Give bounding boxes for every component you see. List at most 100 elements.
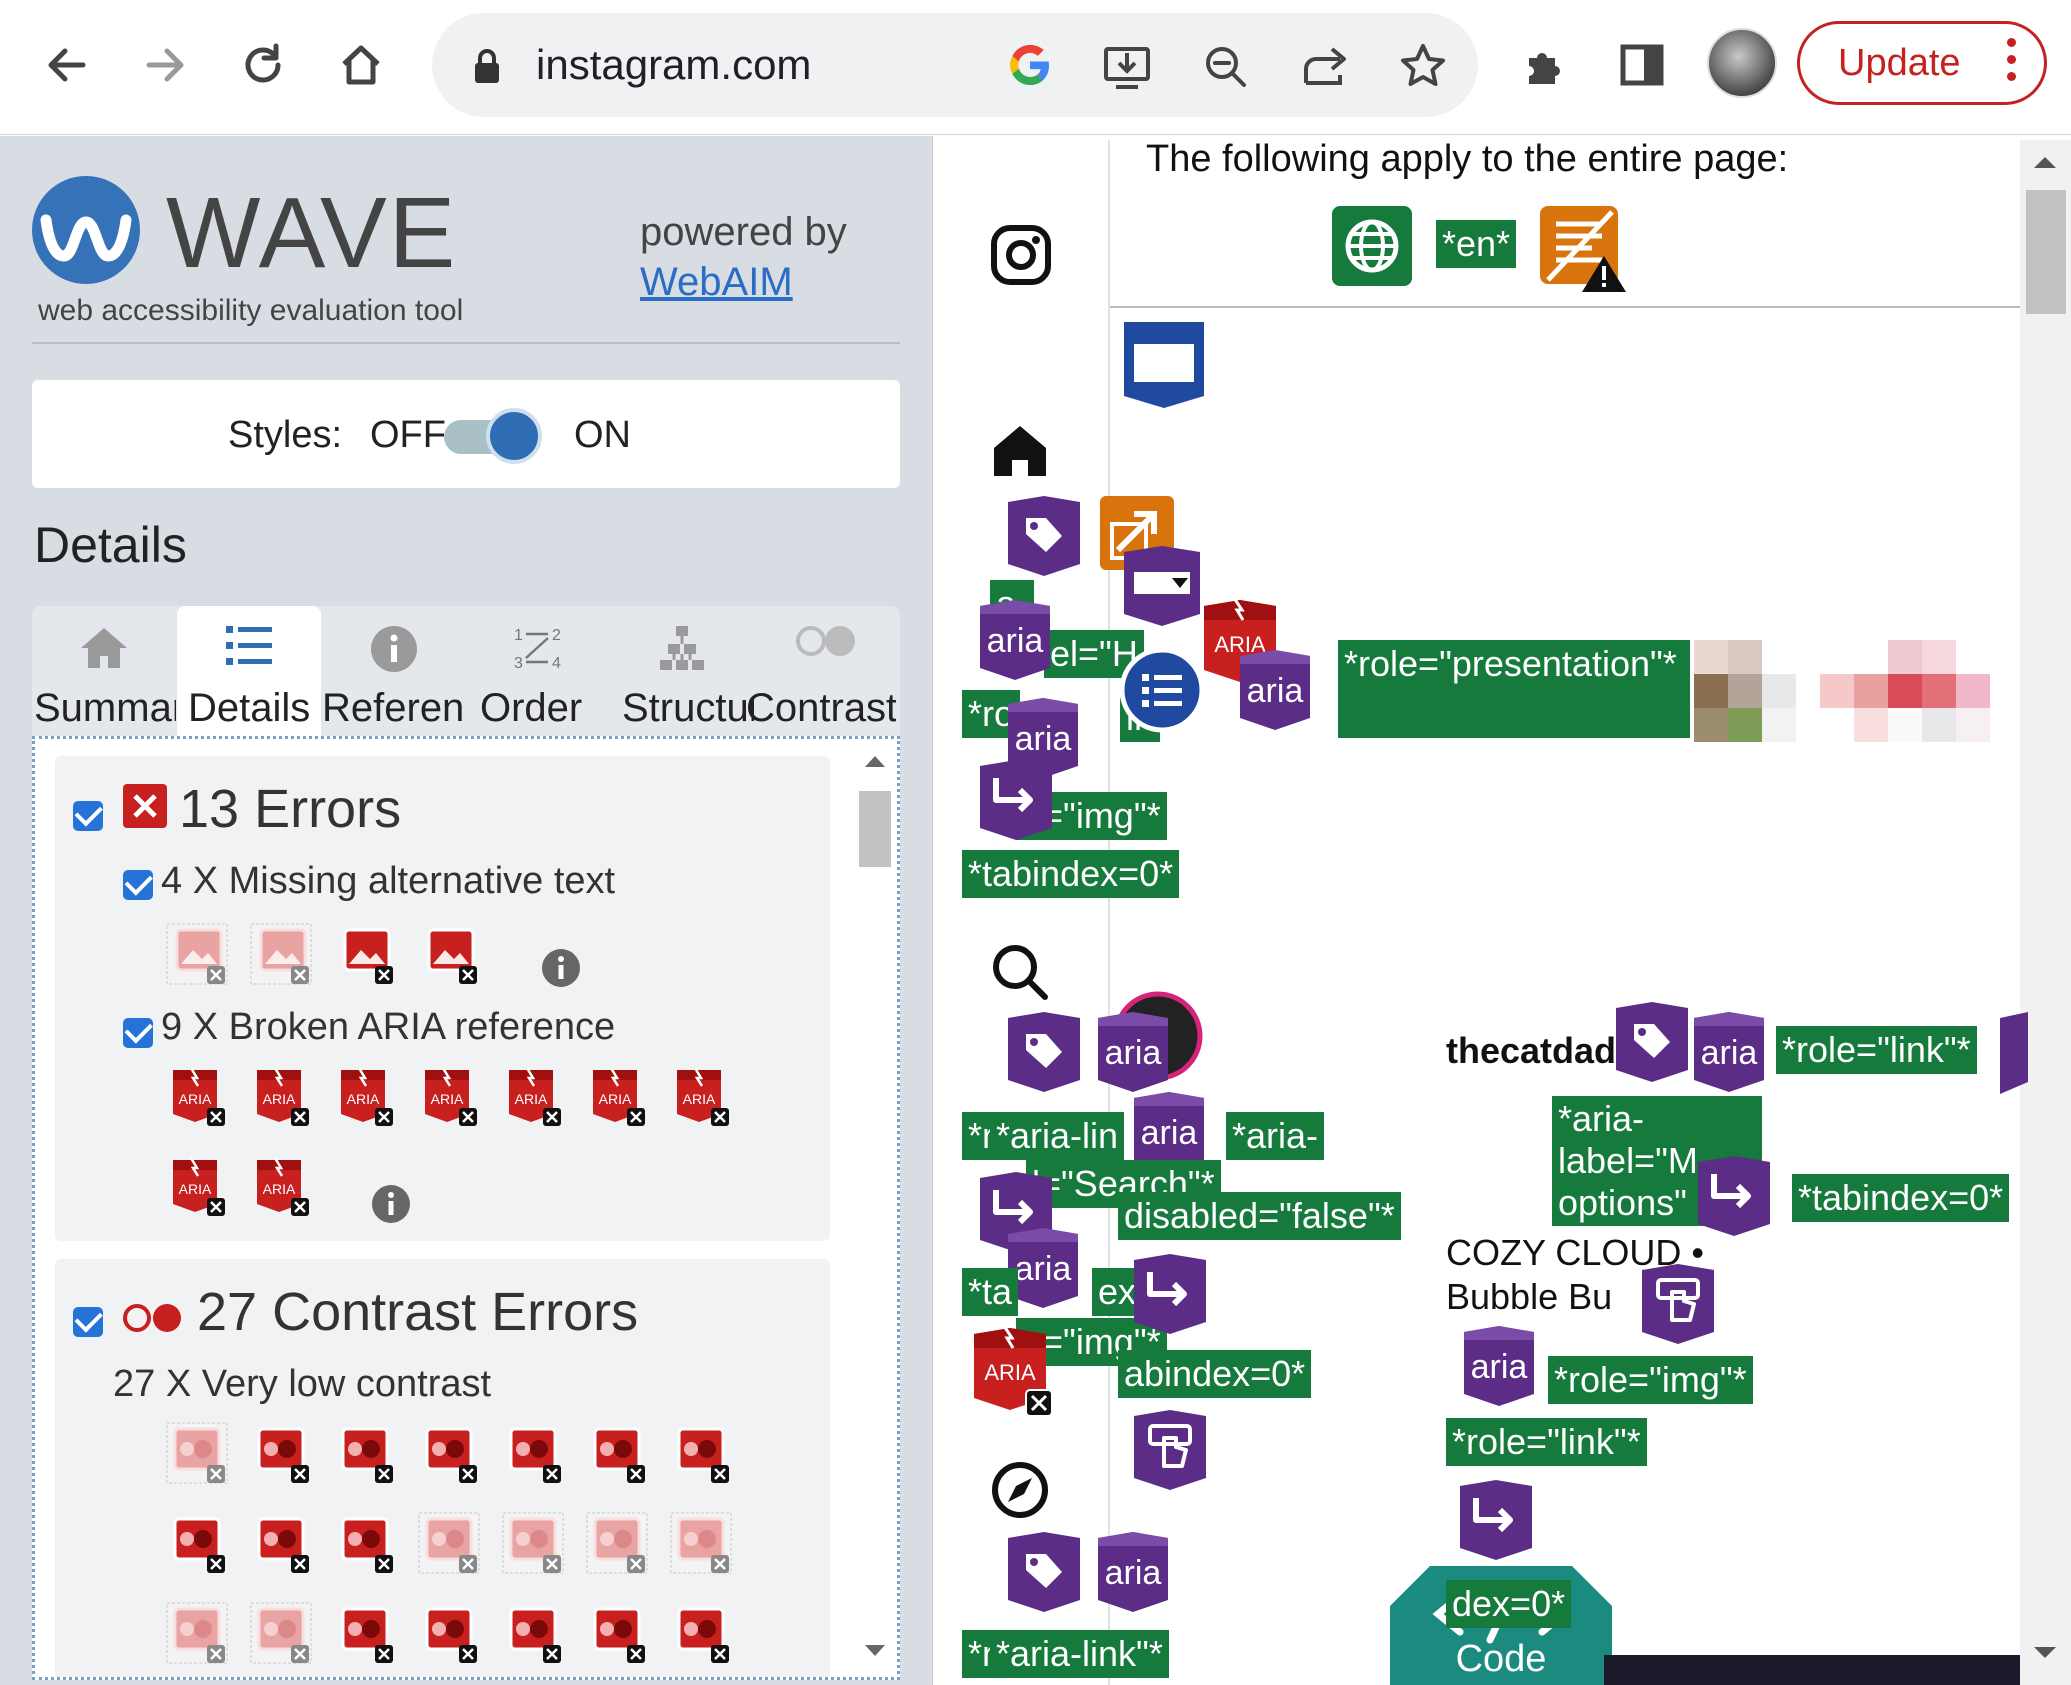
role-link-tag[interactable]: *role="link"*: [1446, 1418, 1647, 1466]
very-low-contrast-icon[interactable]: [249, 1421, 313, 1485]
missing-alt-icon[interactable]: [165, 922, 229, 986]
install-app-icon[interactable]: [1102, 43, 1152, 91]
very-low-contrast-icon[interactable]: [585, 1601, 649, 1665]
tab-structure[interactable]: Structure: [610, 606, 754, 736]
tab-summary[interactable]: Summary: [32, 606, 176, 736]
lang-tag[interactable]: *en*: [1436, 220, 1517, 268]
broken-aria-checkbox[interactable]: [123, 1018, 153, 1048]
tabindex-arrow-icon[interactable]: [1130, 1252, 1210, 1336]
select-element-icon[interactable]: [1120, 544, 1204, 628]
contrast-checkbox[interactable]: [73, 1307, 103, 1337]
tag-label-icon[interactable]: [1004, 494, 1084, 578]
window-landmark-icon[interactable]: [1118, 318, 1210, 410]
back-button[interactable]: [32, 30, 102, 100]
tab-order[interactable]: 1 2 3 4 Order: [466, 606, 610, 736]
missing-alt-checkbox[interactable]: [123, 870, 153, 900]
styles-toggle-knob[interactable]: [486, 408, 542, 464]
profile-avatar[interactable]: [1707, 28, 1777, 98]
very-low-contrast-icon[interactable]: [669, 1601, 733, 1665]
missing-alt-icon[interactable]: [333, 922, 397, 986]
broken-aria-icon[interactable]: ARIA: [165, 1064, 229, 1128]
aria-label-badge[interactable]: aria: [1690, 1010, 1768, 1094]
very-low-contrast-icon[interactable]: [333, 1421, 397, 1485]
username-link[interactable]: thecatdad: [1446, 1030, 1616, 1072]
tabindex-tag[interactable]: *tabindex=0*: [1792, 1174, 2010, 1222]
tabindex-tag[interactable]: *tabindex=0*: [962, 850, 1180, 898]
role-presentation-tag[interactable]: *role="presentation"*: [1338, 640, 1690, 738]
tag-label-icon[interactable]: [1004, 1010, 1084, 1094]
page-scroll-up-icon[interactable]: [2032, 154, 2058, 170]
tabindex-arrow-icon[interactable]: [1694, 1154, 1774, 1238]
scroll-up-icon[interactable]: [863, 753, 887, 769]
page-scrollbar[interactable]: [2020, 140, 2071, 1685]
missing-alt-icon[interactable]: [249, 922, 313, 986]
broken-aria-icon[interactable]: ARIA: [249, 1064, 313, 1128]
very-low-contrast-icon[interactable]: [585, 1421, 649, 1485]
tag-label-icon[interactable]: [2000, 1010, 2028, 1094]
aria-label-tag-fragment[interactable]: *aria-: [1226, 1112, 1325, 1160]
reload-button[interactable]: [228, 30, 298, 100]
aria-label-badge[interactable]: aria: [1460, 1324, 1538, 1408]
event-handler-icon[interactable]: [1130, 1408, 1210, 1492]
instagram-logo-icon[interactable]: [990, 224, 1052, 286]
zoom-out-icon[interactable]: [1202, 43, 1250, 91]
very-low-contrast-icon[interactable]: [669, 1511, 733, 1575]
tag-label-icon[interactable]: [1612, 1000, 1692, 1084]
tab-details[interactable]: Details: [177, 606, 321, 736]
list-structure-icon[interactable]: [1118, 646, 1206, 734]
very-low-contrast-icon[interactable]: [417, 1421, 481, 1485]
home-nav-icon[interactable]: [990, 422, 1050, 480]
broken-aria-icon[interactable]: ARIA: [249, 1154, 313, 1218]
details-panel[interactable]: 13 Errors 4 X Missing alternative text 9…: [32, 736, 900, 1680]
tabindex-arrow-icon[interactable]: [1456, 1478, 1536, 1562]
very-low-contrast-icon[interactable]: [585, 1511, 649, 1575]
tabindex-arrow-icon[interactable]: [976, 758, 1056, 842]
tab-contrast[interactable]: Contrast: [746, 606, 898, 736]
very-low-contrast-icon[interactable]: [417, 1601, 481, 1665]
side-panel-button[interactable]: [1612, 30, 1672, 100]
very-low-contrast-icon[interactable]: [165, 1601, 229, 1665]
very-low-contrast-icon[interactable]: [501, 1421, 565, 1485]
very-low-contrast-icon[interactable]: [501, 1511, 565, 1575]
forward-button[interactable]: [130, 30, 200, 100]
missing-alt-icon[interactable]: [417, 922, 481, 986]
role-img-tag[interactable]: *role="img"*: [1548, 1356, 1753, 1404]
bookmark-star-icon[interactable]: [1398, 41, 1448, 91]
explore-compass-icon[interactable]: [990, 1460, 1050, 1520]
no-heading-alert-icon[interactable]: [1538, 204, 1628, 294]
tab-reference[interactable]: Reference: [322, 606, 466, 736]
aria-disabled-tag[interactable]: disabled="false"*: [1118, 1192, 1401, 1240]
very-low-contrast-icon[interactable]: [417, 1511, 481, 1575]
very-low-contrast-icon[interactable]: [501, 1601, 565, 1665]
aria-label-badge[interactable]: aria: [1236, 648, 1314, 732]
info-icon[interactable]: [371, 1184, 411, 1224]
tabindex-tag-fragment[interactable]: dex=0*: [1446, 1580, 1572, 1628]
panel-scroll-thumb[interactable]: [859, 791, 891, 867]
broken-aria-icon[interactable]: ARIA: [669, 1064, 733, 1128]
search-nav-icon[interactable]: [990, 942, 1050, 1002]
language-globe-icon[interactable]: [1332, 206, 1412, 286]
tabindex-tag-fragment[interactable]: *ta: [962, 1268, 1019, 1316]
aria-label-badge[interactable]: aria: [1094, 1010, 1172, 1094]
tag-label-icon[interactable]: [1004, 1530, 1084, 1614]
tabindex-tag[interactable]: abindex=0*: [1118, 1350, 1312, 1398]
broken-aria-icon[interactable]: ARIA: [333, 1064, 397, 1128]
broken-aria-icon[interactable]: ARIA: [501, 1064, 565, 1128]
info-icon[interactable]: [541, 948, 581, 988]
google-icon[interactable]: [1006, 41, 1054, 89]
aria-link-tag[interactable]: *aria-link"*: [990, 1630, 1169, 1678]
broken-aria-page-icon[interactable]: ARIA: [970, 1324, 1054, 1418]
very-low-contrast-icon[interactable]: [669, 1421, 733, 1485]
very-low-contrast-icon[interactable]: [333, 1601, 397, 1665]
update-button[interactable]: Update: [1797, 21, 2047, 105]
webaim-link[interactable]: WebAIM: [640, 260, 793, 305]
very-low-contrast-icon[interactable]: [249, 1601, 313, 1665]
aria-link-tag[interactable]: *aria-lin: [990, 1112, 1125, 1160]
broken-aria-icon[interactable]: ARIA: [585, 1064, 649, 1128]
aria-label-badge[interactable]: aria: [976, 598, 1054, 682]
very-low-contrast-icon[interactable]: [249, 1511, 313, 1575]
broken-aria-icon[interactable]: ARIA: [165, 1154, 229, 1218]
extensions-button[interactable]: [1514, 30, 1574, 100]
broken-aria-icon[interactable]: ARIA: [417, 1064, 481, 1128]
very-low-contrast-icon[interactable]: [333, 1511, 397, 1575]
